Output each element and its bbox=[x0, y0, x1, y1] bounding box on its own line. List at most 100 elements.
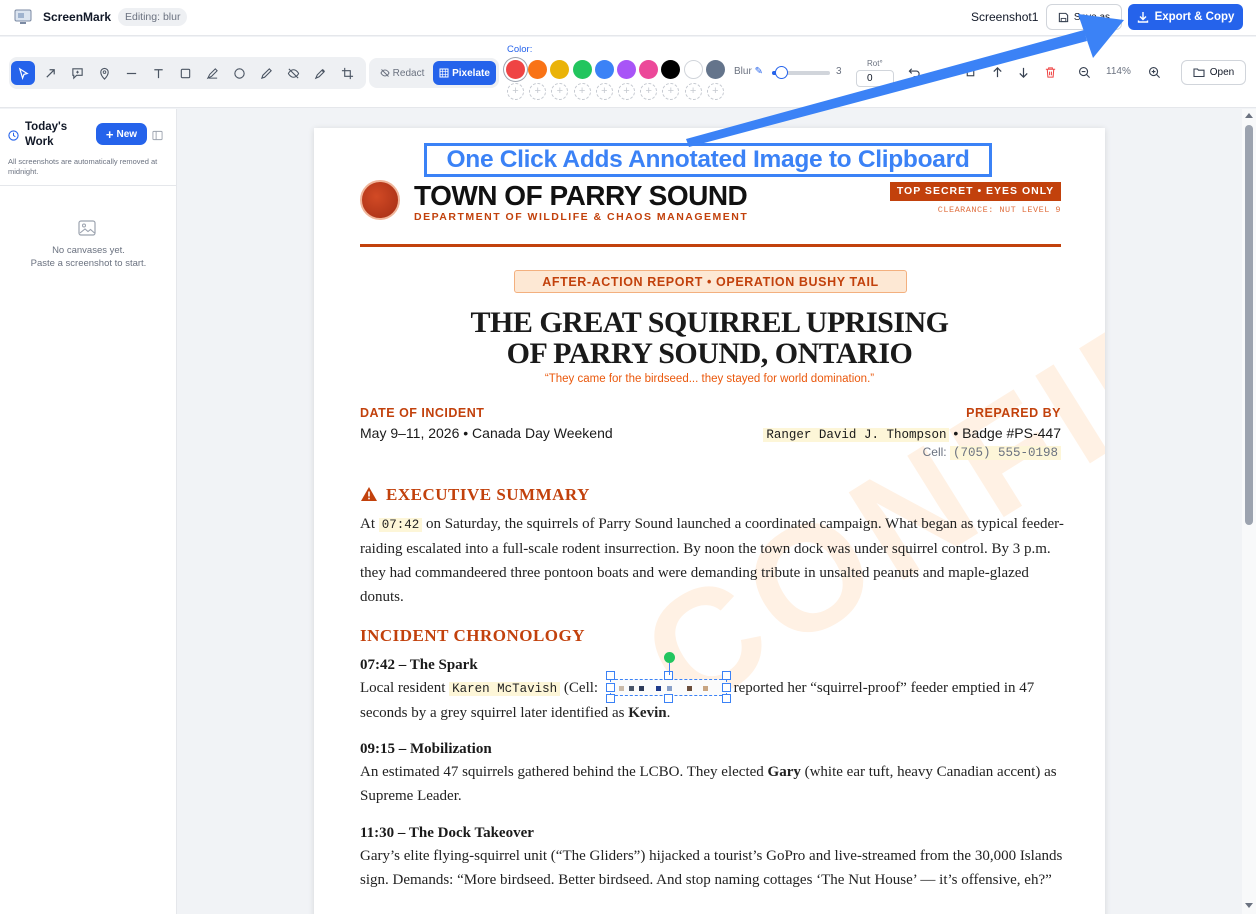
pixel-block bbox=[639, 686, 644, 691]
resize-handle[interactable] bbox=[606, 671, 615, 680]
color-swatch[interactable] bbox=[705, 60, 725, 79]
color-swatch[interactable] bbox=[639, 60, 659, 79]
color-swatch[interactable] bbox=[661, 60, 681, 79]
layer-button[interactable] bbox=[962, 64, 978, 80]
color-label: Color: bbox=[507, 44, 533, 55]
blur-value: 3 bbox=[836, 66, 842, 77]
crop-tool-button[interactable] bbox=[335, 61, 359, 85]
blur-mode-group: Redact Pixelate bbox=[369, 58, 499, 88]
image-placeholder-icon bbox=[78, 220, 96, 236]
blur-slider-thumb[interactable] bbox=[774, 66, 788, 79]
callout-tool-button[interactable] bbox=[65, 61, 89, 85]
hide-tool-button[interactable] bbox=[281, 61, 305, 85]
highlighter-tool-button[interactable] bbox=[200, 61, 224, 85]
arrow-icon bbox=[45, 68, 55, 78]
exec-body: on Saturday, the squirrels of Parry Soun… bbox=[360, 516, 1064, 605]
custom-color-slot[interactable]: + bbox=[706, 83, 724, 100]
callout-text-annotation[interactable]: One Click Adds Annotated Image to Clipbo… bbox=[427, 146, 989, 174]
undo-button[interactable] bbox=[906, 64, 922, 80]
custom-color-slot[interactable]: + bbox=[595, 83, 613, 100]
brush-icon: ✎ bbox=[754, 66, 763, 77]
badge-number: • Badge #PS-447 bbox=[949, 425, 1061, 441]
rectangle-tool-button[interactable] bbox=[173, 61, 197, 85]
export-copy-button[interactable]: Export & Copy bbox=[1128, 4, 1243, 30]
open-button[interactable]: Open bbox=[1181, 60, 1246, 85]
bring-forward-button[interactable] bbox=[989, 64, 1005, 80]
zoom-in-button[interactable] bbox=[1146, 64, 1162, 80]
redact-label: Redact bbox=[392, 67, 425, 79]
app-name: ScreenMark bbox=[43, 10, 112, 24]
custom-color-slot[interactable]: + bbox=[684, 83, 702, 100]
resize-handle[interactable] bbox=[722, 694, 731, 703]
custom-color-slot[interactable]: + bbox=[507, 83, 524, 100]
rotation-input[interactable]: 0 bbox=[856, 70, 894, 87]
new-canvas-label: New bbox=[116, 128, 138, 140]
custom-color-slot[interactable]: + bbox=[573, 83, 591, 100]
custom-color-slot[interactable]: + bbox=[640, 83, 658, 100]
custom-color-slot[interactable]: + bbox=[529, 83, 547, 100]
eyedropper-tool-button[interactable] bbox=[308, 61, 332, 85]
tool-group bbox=[9, 57, 366, 89]
resize-handle[interactable] bbox=[722, 671, 731, 680]
entry-2-pre: An estimated 47 squirrels gathered behin… bbox=[360, 764, 768, 780]
entry-2-gary: Gary bbox=[767, 764, 801, 780]
new-canvas-button[interactable]: + New bbox=[96, 123, 147, 145]
scroll-down-arrow-icon[interactable] bbox=[1245, 903, 1253, 908]
redact-button[interactable]: Redact bbox=[374, 62, 430, 84]
color-swatch[interactable] bbox=[594, 60, 614, 79]
zoom-in-icon bbox=[1148, 66, 1160, 78]
document-title[interactable]: Screenshot1 bbox=[971, 10, 1038, 24]
resize-handle[interactable] bbox=[606, 694, 615, 703]
line-tool-button[interactable] bbox=[119, 61, 143, 85]
vertical-scrollbar[interactable] bbox=[1242, 109, 1256, 914]
scroll-thumb[interactable] bbox=[1245, 125, 1253, 525]
resize-handle[interactable] bbox=[722, 683, 731, 692]
entry-1-pre: Local resident bbox=[360, 680, 450, 696]
canvas-area[interactable]: CONFIDENTIAL TOWN OF PARRY SOUND DEPARTM… bbox=[178, 109, 1242, 914]
save-as-label: Save as bbox=[1073, 11, 1111, 23]
date-value: May 9–11, 2026 • Canada Day Weekend bbox=[360, 425, 613, 441]
arrow-tool-button[interactable] bbox=[38, 61, 62, 85]
color-swatch[interactable] bbox=[528, 60, 548, 79]
blur-label-text: Blur bbox=[734, 66, 752, 77]
entry-1-kevin: Kevin bbox=[628, 705, 667, 721]
select-tool-button[interactable] bbox=[11, 61, 35, 85]
arrow-down-icon bbox=[1018, 67, 1028, 78]
pen-tool-button[interactable] bbox=[254, 61, 278, 85]
color-swatch[interactable] bbox=[572, 60, 592, 79]
custom-color-slot[interactable]: + bbox=[551, 83, 569, 100]
text-icon bbox=[153, 68, 163, 78]
sidebar-title: Today's Work bbox=[25, 121, 68, 148]
custom-color-slot[interactable]: + bbox=[662, 83, 680, 100]
entry-1-title: 07:42 – The Spark bbox=[360, 657, 478, 673]
zoom-out-button[interactable] bbox=[1076, 64, 1092, 80]
color-swatch[interactable] bbox=[617, 60, 636, 79]
resize-handle[interactable] bbox=[606, 683, 615, 692]
entry-3-title: 11:30 – The Dock Takeover bbox=[360, 825, 534, 841]
toolbar: Redact Pixelate Color: Blur ✎ 3 Rot° 0 1… bbox=[0, 37, 1256, 108]
entry-2-text: An estimated 47 squirrels gathered behin… bbox=[360, 760, 1064, 808]
entry-1-name: Karen McTavish bbox=[449, 682, 561, 696]
town-seal bbox=[360, 180, 400, 220]
delete-button[interactable] bbox=[1042, 64, 1058, 80]
download-icon bbox=[1137, 12, 1148, 23]
pixelate-button[interactable]: Pixelate bbox=[433, 61, 496, 85]
pixel-block bbox=[687, 686, 692, 691]
color-swatch[interactable] bbox=[550, 60, 570, 79]
scroll-up-arrow-icon[interactable] bbox=[1245, 113, 1253, 118]
save-as-button[interactable]: Save as bbox=[1046, 4, 1122, 30]
screenshot-document[interactable]: CONFIDENTIAL TOWN OF PARRY SOUND DEPARTM… bbox=[314, 128, 1105, 914]
report-tagline: “They came for the birdseed... they stay… bbox=[544, 373, 875, 385]
collapse-sidebar-icon[interactable] bbox=[152, 128, 163, 141]
send-backward-button[interactable] bbox=[1015, 64, 1031, 80]
custom-color-slot[interactable]: + bbox=[618, 83, 635, 100]
pixel-block bbox=[656, 686, 661, 691]
color-swatch[interactable] bbox=[683, 60, 703, 79]
zoom-level: 114% bbox=[1106, 66, 1131, 77]
circle-tool-button[interactable] bbox=[227, 61, 251, 85]
pin-tool-button[interactable] bbox=[92, 61, 116, 85]
text-tool-button[interactable] bbox=[146, 61, 170, 85]
color-swatch[interactable] bbox=[506, 60, 525, 79]
rotate-handle[interactable] bbox=[664, 652, 675, 663]
resize-handle[interactable] bbox=[664, 694, 673, 703]
